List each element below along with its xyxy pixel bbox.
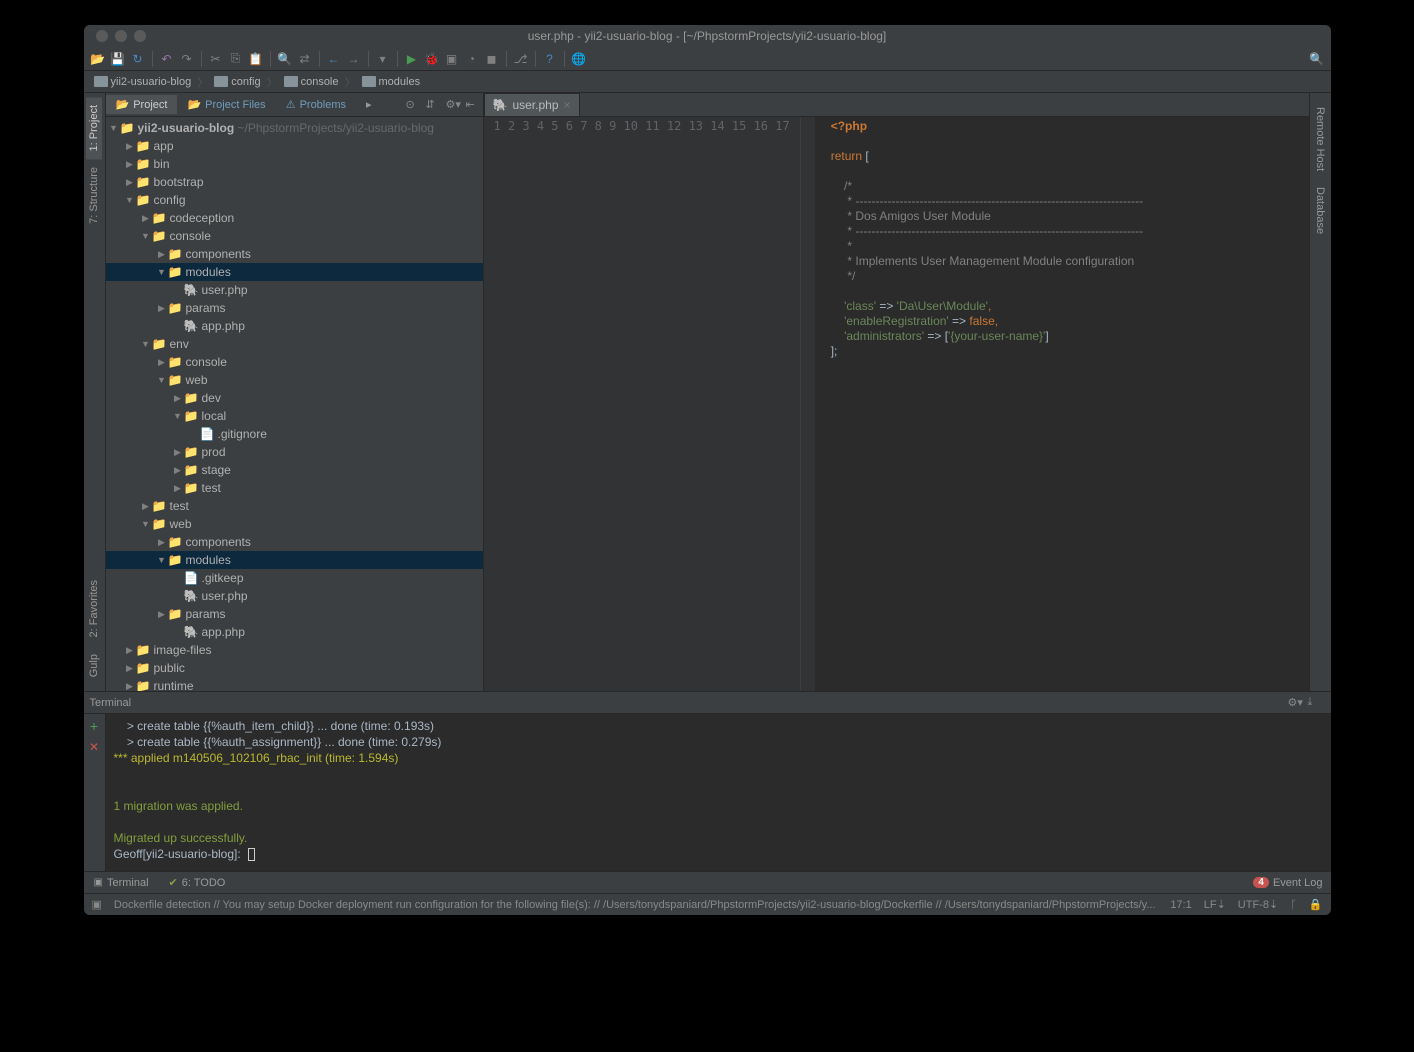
add-terminal-icon[interactable]: + [90,718,98,734]
folder-icon [214,76,228,87]
bottom-bar: ▣Terminal ✔6: TODO 4Event Log [84,871,1331,893]
project-panel: 📂 Project 📂 Project Files ⚠ Problems ▸ ⊙… [106,93,484,691]
status-git-icon[interactable]: ᚴ [1290,899,1297,911]
status-encoding[interactable]: UTF-8⇣ [1238,898,1278,911]
gear-icon[interactable]: ⚙▾ [1288,696,1302,710]
rail-structure[interactable]: 7: Structure [86,159,102,232]
target-icon[interactable]: ⊙ [406,98,420,112]
terminal-output[interactable]: > create table {{%auth_item_child}} ... … [106,714,1331,871]
collapse-icon[interactable]: ⇵ [426,98,440,112]
gear-icon[interactable]: ⚙▾ [446,98,460,112]
breadcrumb-config[interactable]: config [210,75,264,89]
fold-column[interactable] [801,117,815,691]
cursor [248,848,255,861]
traffic-lights [84,30,146,42]
main-toolbar: 📂 💾 ↻ ↶ ↷ ✂ ⎘ 📋 🔍 ⇄ ← → ▾ ▶ 🐞 ▣ ◔ ◼ ⎇ ? … [84,47,1331,71]
find-icon[interactable]: 🔍 [277,51,293,67]
back-icon[interactable]: ← [326,51,342,67]
coverage-icon[interactable]: ▣ [444,51,460,67]
undo-icon[interactable]: ↶ [159,51,175,67]
config-dropdown[interactable]: ▾ [375,51,391,67]
cut-icon[interactable]: ✂ [208,51,224,67]
project-tab[interactable]: 📂 Project [106,95,178,114]
breadcrumb: yii2-usuario-blog 〉 config 〉 console 〉 m… [84,71,1331,93]
breadcrumb-modules[interactable]: modules [358,75,425,89]
help-icon[interactable]: ? [542,51,558,67]
status-bar: ▣ Dockerfile detection // You may setup … [84,893,1331,915]
tree-modules: ▼📁modules [106,263,483,281]
forward-icon[interactable]: → [346,51,362,67]
editor-area: 🐘 user.php × 1 2 3 4 5 6 7 8 9 10 11 12 … [484,93,1309,691]
stop-icon[interactable]: ◼ [484,51,500,67]
rail-favorites[interactable]: 2: Favorites [86,572,102,645]
tree-modules2: ▼📁modules [106,551,483,569]
copy-icon[interactable]: ⎘ [228,51,244,67]
rail-project[interactable]: 1: Project [86,97,102,159]
folder-icon [284,76,298,87]
paste-icon[interactable]: 📋 [248,51,264,67]
project-panel-header: 📂 Project 📂 Project Files ⚠ Problems ▸ ⊙… [106,93,483,117]
debug-icon[interactable]: 🐞 [424,51,440,67]
more-tabs-arrow[interactable]: ▸ [356,95,382,114]
close-button[interactable] [96,30,108,42]
status-position[interactable]: 17:1 [1170,899,1191,911]
php-icon: 🐘 [493,98,508,112]
project-tree[interactable]: ▼📁yii2-usuario-blog ~/PhpstormProjects/y… [106,117,483,691]
profile-icon[interactable]: ◔ [464,51,480,67]
status-toggle-icon[interactable]: ▣ [92,898,102,911]
rail-database[interactable]: Database [1312,179,1328,242]
ide-window: user.php - yii2-usuario-blog - [~/Phpsto… [84,25,1331,915]
close-tab-icon[interactable]: × [564,98,571,112]
hide-terminal-icon[interactable]: ⤓ [1308,696,1322,710]
browser-icon[interactable]: 🌐 [571,51,587,67]
open-icon[interactable]: 📂 [90,51,106,67]
terminal-header: Terminal ⚙▾ ⤓ [84,692,1331,714]
line-gutter: 1 2 3 4 5 6 7 8 9 10 11 12 13 14 15 16 1… [484,117,801,691]
left-rail: 1: Project 7: Structure 2: Favorites Gul… [84,93,106,691]
right-rail: Remote Host Database [1309,93,1331,691]
hide-icon[interactable]: ⇤ [466,98,480,112]
save-icon[interactable]: 💾 [110,51,126,67]
titlebar: user.php - yii2-usuario-blog - [~/Phpsto… [84,25,1331,47]
editor-tabs: 🐘 user.php × [484,93,1309,117]
project-files-tab[interactable]: 📂 Project Files [177,95,275,114]
window-title: user.php - yii2-usuario-blog - [~/Phpsto… [528,29,887,43]
replace-icon[interactable]: ⇄ [297,51,313,67]
terminal-panel: Terminal ⚙▾ ⤓ + ✕ > create table {{%auth… [84,691,1331,871]
close-terminal-icon[interactable]: ✕ [89,740,99,754]
tree-root: ▼📁yii2-usuario-blog ~/PhpstormProjects/y… [106,119,483,137]
terminal-tab[interactable]: ▣Terminal [84,875,159,891]
main-area: 1: Project 7: Structure 2: Favorites Gul… [84,93,1331,691]
run-icon[interactable]: ▶ [404,51,420,67]
breadcrumb-root[interactable]: yii2-usuario-blog [90,75,196,89]
maximize-button[interactable] [134,30,146,42]
folder-icon [362,76,376,87]
event-log[interactable]: 4Event Log [1245,875,1330,891]
code-content[interactable]: <?php return [ /* * --------------------… [825,117,1309,691]
code-editor[interactable]: 1 2 3 4 5 6 7 8 9 10 11 12 13 14 15 16 1… [484,117,1309,691]
status-message: Dockerfile detection // You may setup Do… [114,899,1158,911]
folder-icon [94,76,108,87]
minimize-button[interactable] [115,30,127,42]
editor-tab-user[interactable]: 🐘 user.php × [484,93,580,116]
redo-icon[interactable]: ↷ [179,51,195,67]
rail-remote[interactable]: Remote Host [1312,99,1328,179]
search-everywhere-icon[interactable]: 🔍 [1309,51,1325,67]
status-lock-icon[interactable]: 🔒 [1309,898,1323,911]
status-line-separator[interactable]: LF⇣ [1204,898,1226,911]
breadcrumb-console[interactable]: console [280,75,343,89]
sync-icon[interactable]: ↻ [130,51,146,67]
rail-gulp[interactable]: Gulp [86,646,102,685]
terminal-rail: + ✕ [84,714,106,871]
vcs-icon[interactable]: ⎇ [513,51,529,67]
todo-tab[interactable]: ✔6: TODO [159,874,236,891]
problems-tab[interactable]: ⚠ Problems [276,95,356,114]
